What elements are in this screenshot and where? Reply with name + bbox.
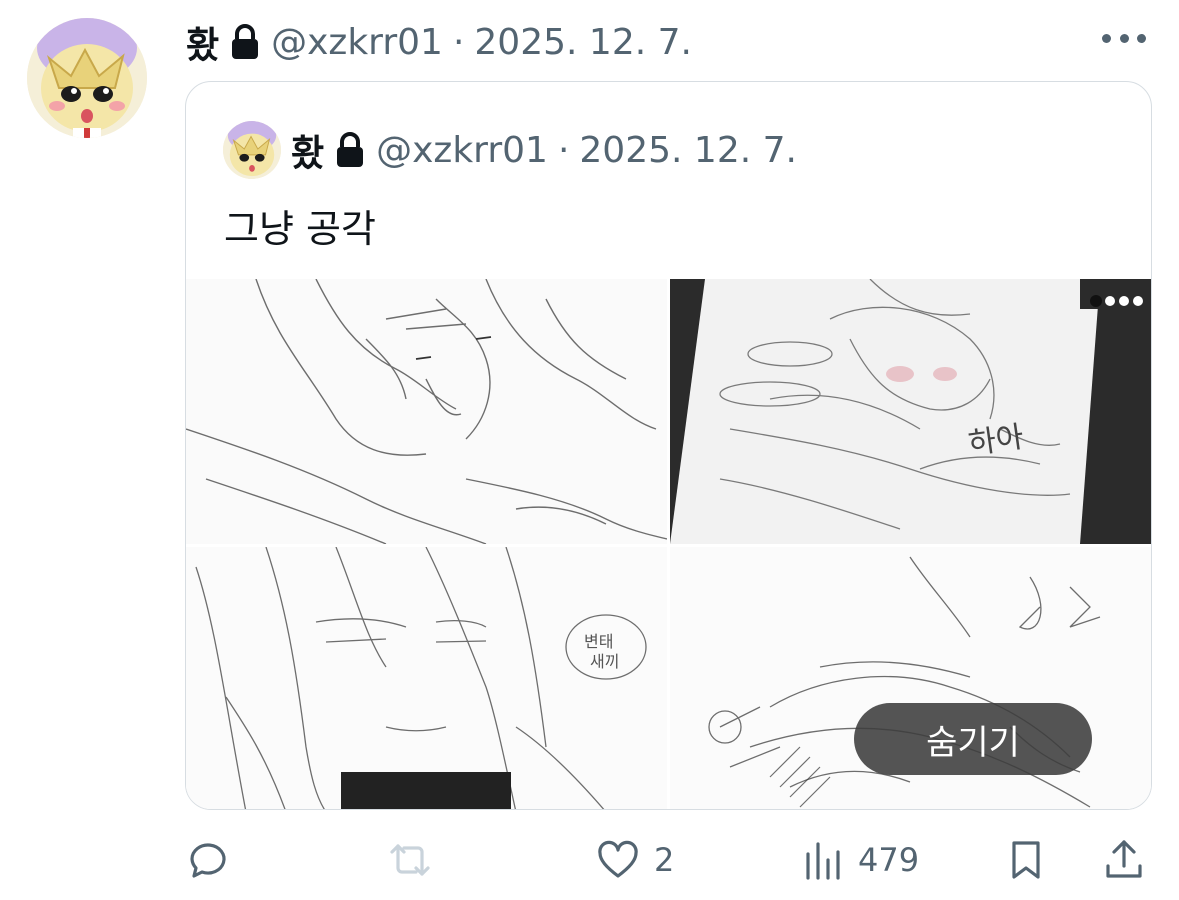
separator-dot: · (452, 21, 465, 63)
view-count: 479 (858, 841, 920, 879)
bookmark-icon (1012, 841, 1040, 879)
share-icon (1106, 840, 1142, 878)
author-name[interactable]: 홨 (186, 16, 219, 68)
media-image-3[interactable]: 변태 새끼 (186, 547, 667, 809)
media-image-2[interactable]: 하아 (670, 279, 1151, 544)
tweet-action-bar: 2 479 (186, 828, 1148, 892)
tweet-date[interactable]: 2025. 12. 7. (474, 22, 692, 63)
quoted-tweet-date: 2025. 12. 7. (579, 129, 797, 171)
hide-media-button[interactable]: 숨기기 (854, 703, 1092, 775)
lock-icon (337, 132, 364, 167)
quoted-tweet-text: 그냥 공각 (224, 207, 376, 251)
media-image-1[interactable] (186, 279, 667, 544)
reply-icon (190, 843, 226, 878)
author-handle[interactable]: @xzkrr01 (271, 22, 443, 63)
svg-text:새끼: 새끼 (590, 652, 619, 671)
quoted-author-handle: @xzkrr01 (376, 129, 548, 171)
quoted-author-avatar (223, 121, 281, 179)
reply-button[interactable] (186, 828, 230, 892)
like-button[interactable]: 2 (596, 828, 674, 892)
more-horizontal-icon[interactable] (1102, 24, 1146, 52)
like-count: 2 (654, 841, 675, 879)
separator-dot: · (557, 129, 570, 171)
quoted-tweet[interactable]: 홨 @xzkrr01 · 2025. 12. 7. 그냥 공각 하아 변태 새끼… (185, 81, 1152, 810)
retweet-icon (390, 844, 430, 876)
retweet-button[interactable] (388, 828, 432, 892)
lock-icon (232, 24, 259, 59)
heart-icon (598, 840, 638, 878)
views-button[interactable]: 479 (800, 828, 919, 892)
share-button[interactable] (1102, 828, 1146, 892)
author-avatar[interactable] (27, 18, 147, 138)
quoted-author-name: 홨 (291, 133, 325, 174)
views-chart-icon (806, 842, 840, 880)
tweet-header: 홨 @xzkrr01 · 2025. 12. 7. (186, 14, 692, 70)
bookmark-button[interactable] (1004, 828, 1048, 892)
quoted-tweet-header: 홨 @xzkrr01 · 2025. 12. 7. (223, 120, 797, 180)
svg-text:변태: 변태 (584, 632, 613, 651)
